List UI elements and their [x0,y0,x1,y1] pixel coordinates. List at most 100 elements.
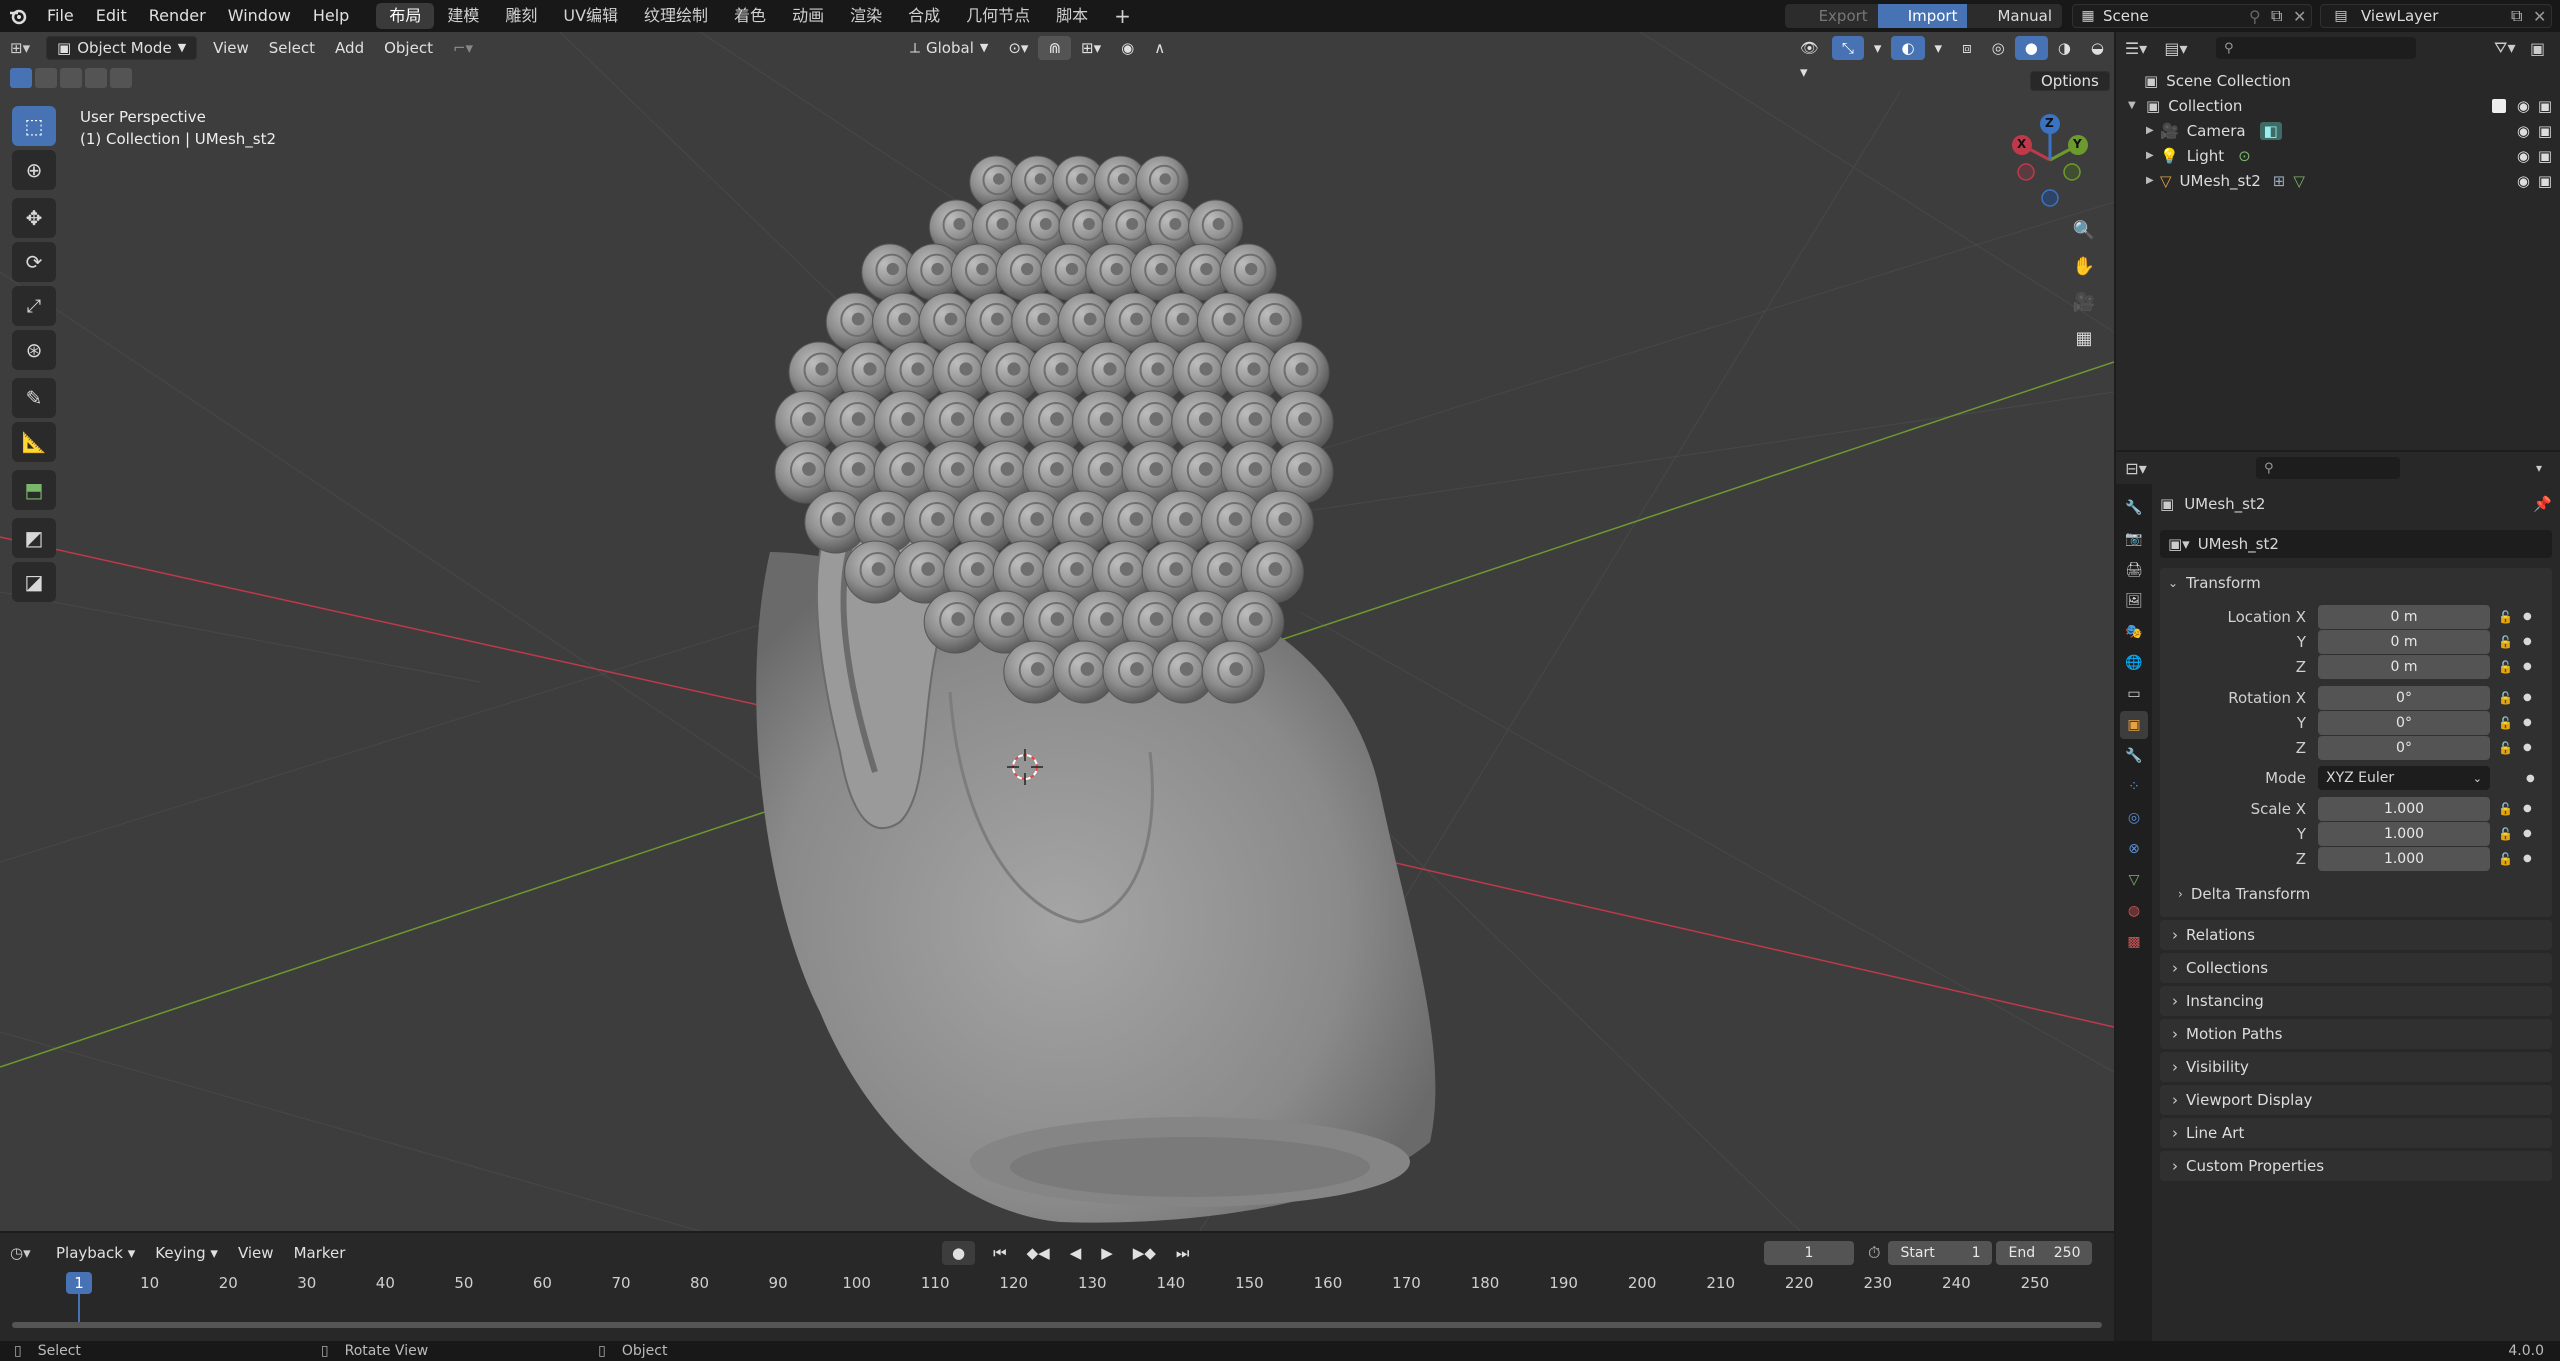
texture-tab-icon[interactable]: ▩ [2120,928,2148,956]
scale-x-field[interactable]: 1.000 [2318,796,2490,821]
jump-start-icon[interactable]: ⏮ [983,1241,1017,1265]
camera-render-icon[interactable]: ▣ [2538,122,2552,140]
transform-panel-header[interactable]: ⌄ Transform [2160,568,2552,598]
close-icon[interactable]: ✕ [2293,7,2311,26]
custom-properties-panel[interactable]: › Custom Properties [2160,1151,2552,1181]
scale-y-field[interactable]: 1.000 [2318,821,2490,846]
eye-icon[interactable]: ◉ [2517,172,2530,190]
data-tab-icon[interactable]: ▽ [2120,866,2148,894]
lock-icon[interactable]: 🔓 [2498,635,2513,649]
rendered-shading-icon[interactable]: ◒ [2081,36,2114,60]
light-data-icon[interactable]: ⊙ [2238,147,2251,165]
keyframe-dot-icon[interactable]: ● [2523,661,2532,672]
chevron-down-icon[interactable]: ▾ [1925,36,1953,60]
editor-type-icon[interactable]: ◷▾ [0,1241,46,1265]
snap-target-icon[interactable]: ⊞▾ [1071,36,1111,60]
scale-z-field[interactable]: 1.000 [2318,846,2490,871]
scene-selector[interactable]: ▦ Scene ⚲ ⧉ ✕ [2072,4,2312,28]
select-new-icon[interactable] [10,68,32,88]
keyframe-dot-icon[interactable]: ● [2526,773,2535,784]
lock-icon[interactable]: 🔓 [2498,827,2513,841]
frame-start-field[interactable]: Start 1 [1888,1241,1993,1265]
new-viewlayer-icon[interactable]: ⧉ [2511,6,2533,26]
editor-type-icon[interactable]: ☰▾ [2116,39,2156,58]
keyframe-dot-icon[interactable]: ● [2523,803,2532,814]
menu-file[interactable]: File [36,0,85,32]
lock-icon[interactable]: 🔓 [2498,660,2513,674]
select-intersect-icon[interactable] [110,68,132,88]
outliner-collection[interactable]: ▼ ▣ Collection ◉ ▣ [2116,93,2560,118]
object-menu[interactable]: Object [374,36,443,60]
gizmo-dropdown[interactable]: ⌐▾ [443,36,483,60]
editor-type-icon[interactable]: ⊞▾ [0,36,46,60]
collection-tab-icon[interactable]: ▭ [2120,680,2148,708]
zoom-icon[interactable]: 🔍 [2066,212,2102,248]
tab-modeling[interactable]: 建模 [434,3,492,29]
outliner-scene-collection[interactable]: ▣ Scene Collection [2116,68,2560,93]
tab-shading[interactable]: 着色 [721,3,779,29]
tab-rendering[interactable]: 渲染 [837,3,895,29]
scene-tab-icon[interactable]: 🎭 [2120,618,2148,646]
lock-icon[interactable]: 🔓 [2498,741,2513,755]
add-workspace-button[interactable]: + [1101,3,1144,29]
camera-render-icon[interactable]: ▣ [2538,147,2552,165]
knife-tool[interactable]: ◪ [12,562,56,602]
location-y-field[interactable]: 0 m [2318,629,2490,654]
lock-icon[interactable]: 🔓 [2498,716,2513,730]
play-icon[interactable]: ▶ [1091,1241,1123,1265]
select-invert-icon[interactable] [85,68,107,88]
select-subtract-icon[interactable] [60,68,82,88]
timeline-scrollbar[interactable] [12,1322,2102,1328]
pivot-point-icon[interactable]: ⊙▾ [998,36,1038,60]
outliner-item-light[interactable]: ▶ 💡 Light ⊙ ◉ ▣ [2116,143,2560,168]
menu-render[interactable]: Render [138,0,217,32]
wireframe-shading-icon[interactable]: ◎ [1982,36,2015,60]
playback-menu[interactable]: Playback ▾ [46,1241,145,1265]
manual-button[interactable]: Manual [1967,4,2062,28]
eye-icon[interactable]: ◉ [2517,122,2530,140]
timeline-view-menu[interactable]: View [228,1241,284,1265]
keyframe-dot-icon[interactable]: ● [2523,717,2532,728]
tool-tab-icon[interactable]: 🔧 [2120,494,2148,522]
relations-panel[interactable]: › Relations [2160,920,2552,950]
outliner-item-camera[interactable]: ▶ 🎥 Camera ◧ ◉ ▣ [2116,118,2560,143]
visibility-icon[interactable]: 👁▾ [1790,36,1832,81]
close-icon[interactable]: ✕ [2533,7,2551,26]
material-tab-icon[interactable]: ◍ [2120,897,2148,925]
transform-tool[interactable]: ⊛ [12,330,56,370]
outliner-item-mesh[interactable]: ▶ ▽ UMesh_st2 ⊞ ▽ ◉ ▣ [2116,168,2560,193]
chevron-right-icon[interactable]: ▶ [2146,175,2160,186]
extrude-tool[interactable]: ◩ [12,518,56,558]
camera-render-icon[interactable]: ▣ [2538,172,2552,190]
mesh-data-icon[interactable]: ▽ [2293,172,2305,190]
tab-uv-editing[interactable]: UV编辑 [550,3,631,29]
perspective-toggle-icon[interactable]: ▦ [2066,320,2102,356]
falloff-icon[interactable]: ∧ [1144,36,1175,60]
move-tool[interactable]: ✥ [12,198,56,238]
keyframe-dot-icon[interactable]: ● [2523,742,2532,753]
eye-icon[interactable]: ◉ [2517,97,2530,115]
cursor-tool[interactable]: ⊕ [12,150,56,190]
jump-end-icon[interactable]: ⏭ [1166,1241,1200,1265]
output-tab-icon[interactable]: 🖨 [2120,556,2148,584]
select-menu[interactable]: Select [259,36,325,60]
instancing-panel[interactable]: › Instancing [2160,986,2552,1016]
current-frame-field[interactable]: 1 [1764,1241,1854,1265]
chevron-down-icon[interactable]: ▾ [1864,36,1892,60]
camera-data-icon[interactable]: ◧ [2259,121,2282,140]
frame-end-field[interactable]: End 250 [1996,1241,2093,1265]
particles-tab-icon[interactable]: ⁘ [2120,773,2148,801]
physics-tab-icon[interactable]: ◎ [2120,804,2148,832]
object-datablock-field[interactable]: ▣▾ UMesh_st2 [2160,530,2552,558]
exclude-checkbox[interactable] [2492,98,2506,113]
rotation-x-field[interactable]: 0° [2318,685,2490,710]
overlay-toggle-icon[interactable]: ◐ [1891,36,1925,60]
filter-icon[interactable]: ⛛▾ [2494,38,2530,58]
display-mode-icon[interactable]: ▤▾ [2156,39,2196,58]
import-button[interactable]: Import [1877,4,1968,28]
jump-keyframe-forward-icon[interactable]: ▶◆ [1123,1241,1166,1265]
measure-tool[interactable]: 📐 [12,422,56,462]
mode-dropdown[interactable]: ▣ Object Mode ▼ [46,36,198,60]
navigation-gizmo[interactable]: X Y Z [2000,110,2100,210]
location-x-field[interactable]: 0 m [2318,604,2490,629]
